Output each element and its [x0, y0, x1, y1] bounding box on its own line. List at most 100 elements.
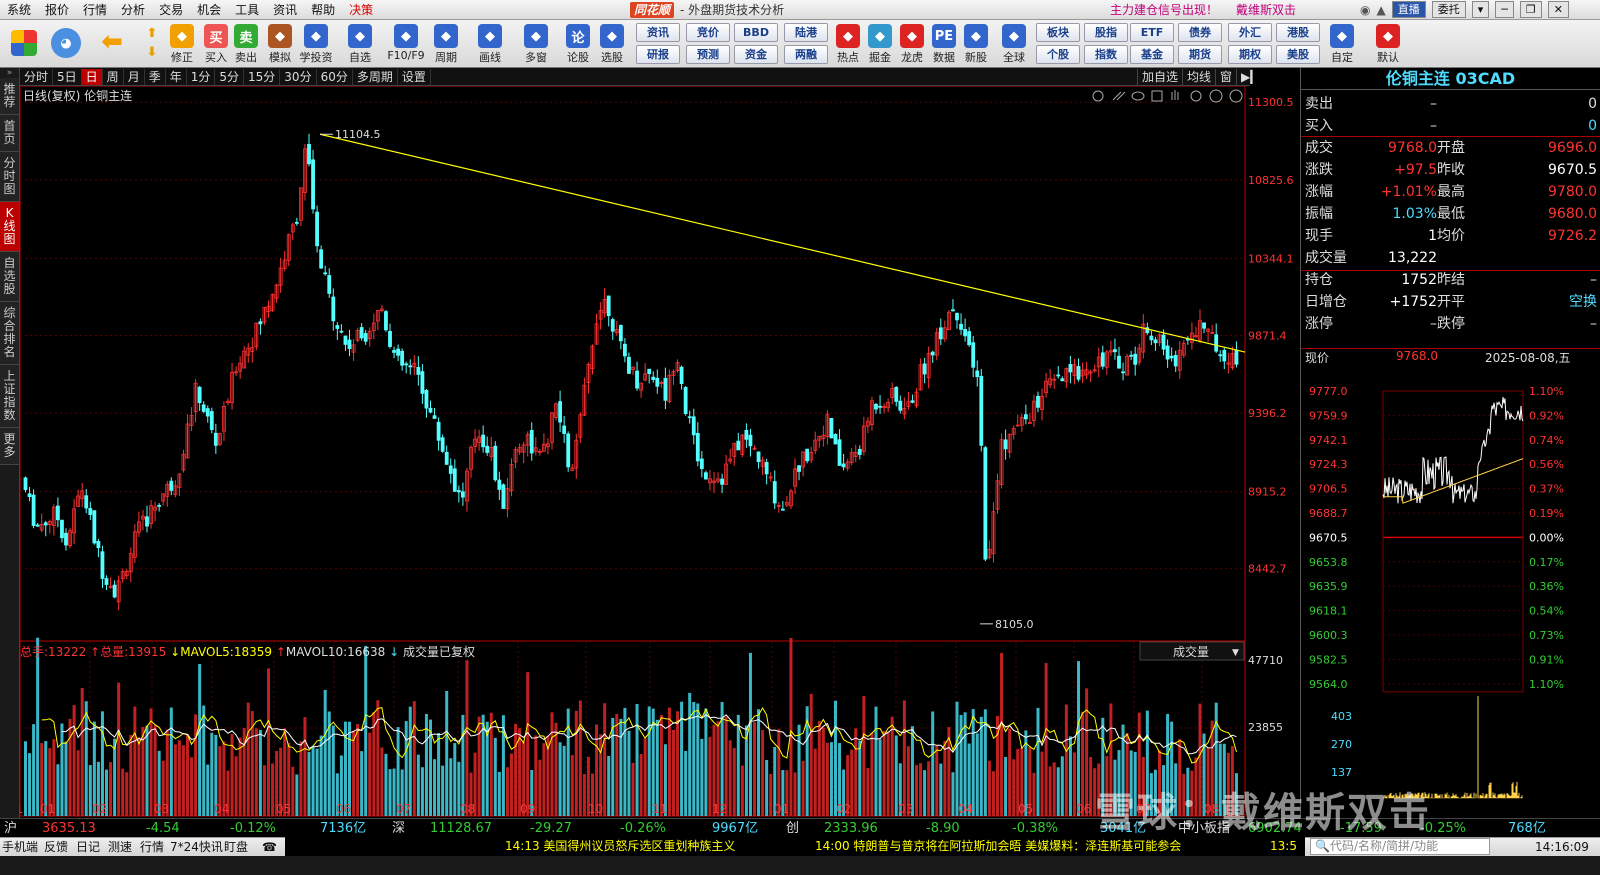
period-tab-13[interactable]: 设置 [398, 68, 431, 85]
menu-quote[interactable]: 报价 [38, 0, 76, 20]
quick-button-0-top[interactable]: 资讯 [636, 23, 680, 42]
quick-button-7-bottom[interactable]: 期货 [1178, 45, 1222, 64]
quick-button-9-bottom[interactable]: 美股 [1276, 45, 1320, 64]
自选-tool-button[interactable]: ◆ 自选 [344, 22, 376, 66]
quick-button-4-bottom[interactable]: 个股 [1036, 45, 1080, 64]
taskbar-item-5[interactable]: 7*24快讯 [170, 838, 223, 856]
side-tab-1[interactable]: 首页 [0, 115, 19, 152]
menu-trade[interactable]: 交易 [152, 0, 190, 20]
period-tab-11[interactable]: 60分 [317, 68, 353, 85]
side-tab-0[interactable]: 推荐 [0, 78, 19, 115]
quick-button-3-bottom[interactable]: 两融 [784, 45, 828, 64]
quick-button-7-top[interactable]: 债券 [1178, 23, 1222, 42]
period-tab-10[interactable]: 30分 [280, 68, 317, 85]
quick-button-9-top[interactable]: 港股 [1276, 23, 1320, 42]
quick-button-2-top[interactable]: BBD [734, 23, 778, 42]
menu-opportunity[interactable]: 机会 [190, 0, 228, 20]
taskbar-item-4[interactable]: 行情 [140, 838, 164, 856]
period-tab-4[interactable]: 月 [124, 68, 145, 85]
search-input[interactable]: 🔍代码/名称/简拼/功能 [1310, 838, 1490, 855]
menu-tools[interactable]: 工具 [228, 0, 266, 20]
选股-tool-button[interactable]: ◆ 选股 [596, 22, 628, 66]
side-collapse-icon[interactable]: » [0, 68, 19, 78]
window-button[interactable]: 窗 [1215, 69, 1236, 85]
add-watchlist-button[interactable]: 加自选 [1137, 69, 1182, 85]
menu-analysis[interactable]: 分析 [114, 0, 152, 20]
quick-button-8-bottom[interactable]: 期权 [1228, 45, 1272, 64]
live-button[interactable]: 直播 [1391, 1, 1426, 18]
promo-link-1[interactable]: 主力建仓信号出现！ [1110, 0, 1218, 20]
bell-icon[interactable]: ▲ [1376, 3, 1385, 17]
period-tab-12[interactable]: 多周期 [353, 68, 398, 85]
quick-button-1-bottom[interactable]: 预测 [686, 45, 730, 64]
period-tab-0[interactable]: 分时 [20, 68, 54, 85]
F10/F9-tool-button[interactable]: ◆ F10/F9 [387, 22, 425, 66]
taskbar-item-2[interactable]: 日记 [76, 838, 100, 856]
taskbar-item-3[interactable]: 测速 [108, 838, 132, 856]
volume-bar [667, 707, 671, 816]
expand-icon[interactable]: ▶▎ [1236, 69, 1263, 85]
side-tab-2[interactable]: 分时图 [0, 152, 19, 202]
menu-arrow-button[interactable]: ▾ [1471, 1, 1490, 18]
ma-button[interactable]: 均线 [1182, 69, 1215, 85]
side-tab-3[interactable]: K线图 [0, 202, 19, 252]
news-item-3[interactable]: 13:5 [1270, 837, 1297, 855]
news-item-1[interactable]: 14:13 美国得州议员怒斥选区重划种族主义 [505, 837, 735, 855]
新股-tool-button[interactable]: ◆ 新股 [960, 22, 992, 66]
画线-tool-button[interactable]: ◆ 画线 [474, 22, 506, 66]
taskbar-item-1[interactable]: 反馈 [44, 838, 68, 856]
period-tab-1[interactable]: 5日 [53, 68, 82, 85]
news-ticker[interactable]: 14:13 美国得州议员怒斥选区重划种族主义 14:00 特朗普与普京将在阿拉斯… [285, 837, 1305, 856]
学投资-tool-button[interactable]: ◆ 学投资 [300, 22, 333, 66]
quick-button-1-top[interactable]: 竞价 [686, 23, 730, 42]
side-tab-4[interactable]: 自选股 [0, 252, 19, 302]
news-item-2[interactable]: 14:00 特朗普与普京将在阿拉斯加会晤 美媒爆料：泽连斯基可能参会 [815, 837, 1181, 855]
windows-menu-button[interactable] [8, 22, 40, 66]
menu-market[interactable]: 行情 [76, 0, 114, 20]
模拟-tool-button[interactable]: ◆ 模拟 [264, 22, 296, 66]
robot-button[interactable]: ◕ [50, 22, 82, 66]
period-tab-3[interactable]: 周 [103, 68, 124, 85]
自定-tool-button[interactable]: ◆ 自定 [1326, 22, 1358, 66]
side-tab-7[interactable]: 更多 [0, 428, 19, 465]
period-tab-5[interactable]: 季 [145, 68, 166, 85]
side-tab-6[interactable]: 上证指数 [0, 365, 19, 428]
taskbar-item-6[interactable]: 盯盘 [224, 838, 248, 856]
quick-button-0-bottom[interactable]: 研报 [636, 45, 680, 64]
quick-button-8-top[interactable]: 外汇 [1228, 23, 1272, 42]
menu-decision[interactable]: 决策 [342, 0, 380, 20]
period-tab-2[interactable]: 日 [81, 68, 103, 85]
默认-tool-button[interactable]: ◆ 默认 [1372, 22, 1404, 66]
全球-tool-button[interactable]: ◆ 全球 [998, 22, 1030, 66]
period-tab-8[interactable]: 5分 [215, 68, 245, 85]
多窗-tool-button[interactable]: ◆ 多窗 [520, 22, 552, 66]
status-item-5: 深 [392, 821, 406, 836]
period-tab-7[interactable]: 1分 [187, 68, 216, 85]
quick-button-5-bottom[interactable]: 指数 [1084, 45, 1128, 64]
quick-button-2-bottom[interactable]: 资金 [734, 45, 778, 64]
phone-icon[interactable]: ☎ [262, 838, 277, 856]
kline-chart[interactable]: 11300.5 10825.6 10344.1 9871.4 9396.2 8915.2 8… [20, 86, 1300, 818]
quick-button-6-bottom[interactable]: 基金 [1130, 45, 1174, 64]
menu-help[interactable]: 帮助 [304, 0, 342, 20]
intraday-mini-chart[interactable]: 9777.0 1.10% 9759.9 0.92% 9742.1 0.74% 9724.3 0… [1301, 373, 1600, 813]
user-icon[interactable]: ◉ [1360, 3, 1370, 17]
quick-button-3-top[interactable]: 陆港 [784, 23, 828, 42]
menu-news[interactable]: 资讯 [266, 0, 304, 20]
quick-button-5-top[interactable]: 股指 [1084, 23, 1128, 42]
side-tab-5[interactable]: 综合排名 [0, 302, 19, 365]
volume-bar [121, 768, 125, 816]
period-tab-6[interactable]: 年 [166, 68, 187, 85]
restore-icon[interactable]: ❐ [1519, 1, 1542, 18]
back-button[interactable]: ⬅ [96, 22, 128, 66]
order-button[interactable]: 委托 [1431, 1, 1466, 18]
minimize-icon[interactable]: ─ [1495, 1, 1514, 18]
close-icon[interactable]: ✕ [1547, 1, 1569, 18]
quick-button-6-top[interactable]: ETF [1130, 23, 1174, 42]
period-tab-9[interactable]: 15分 [244, 68, 281, 85]
周期-tool-button[interactable]: ◆ 周期 [430, 22, 462, 66]
taskbar-item-0[interactable]: 手机端 [2, 838, 38, 856]
menu-system[interactable]: 系统 [0, 0, 38, 20]
quick-button-4-top[interactable]: 板块 [1036, 23, 1080, 42]
promo-link-2[interactable]: 戴维斯双击 [1236, 0, 1296, 20]
